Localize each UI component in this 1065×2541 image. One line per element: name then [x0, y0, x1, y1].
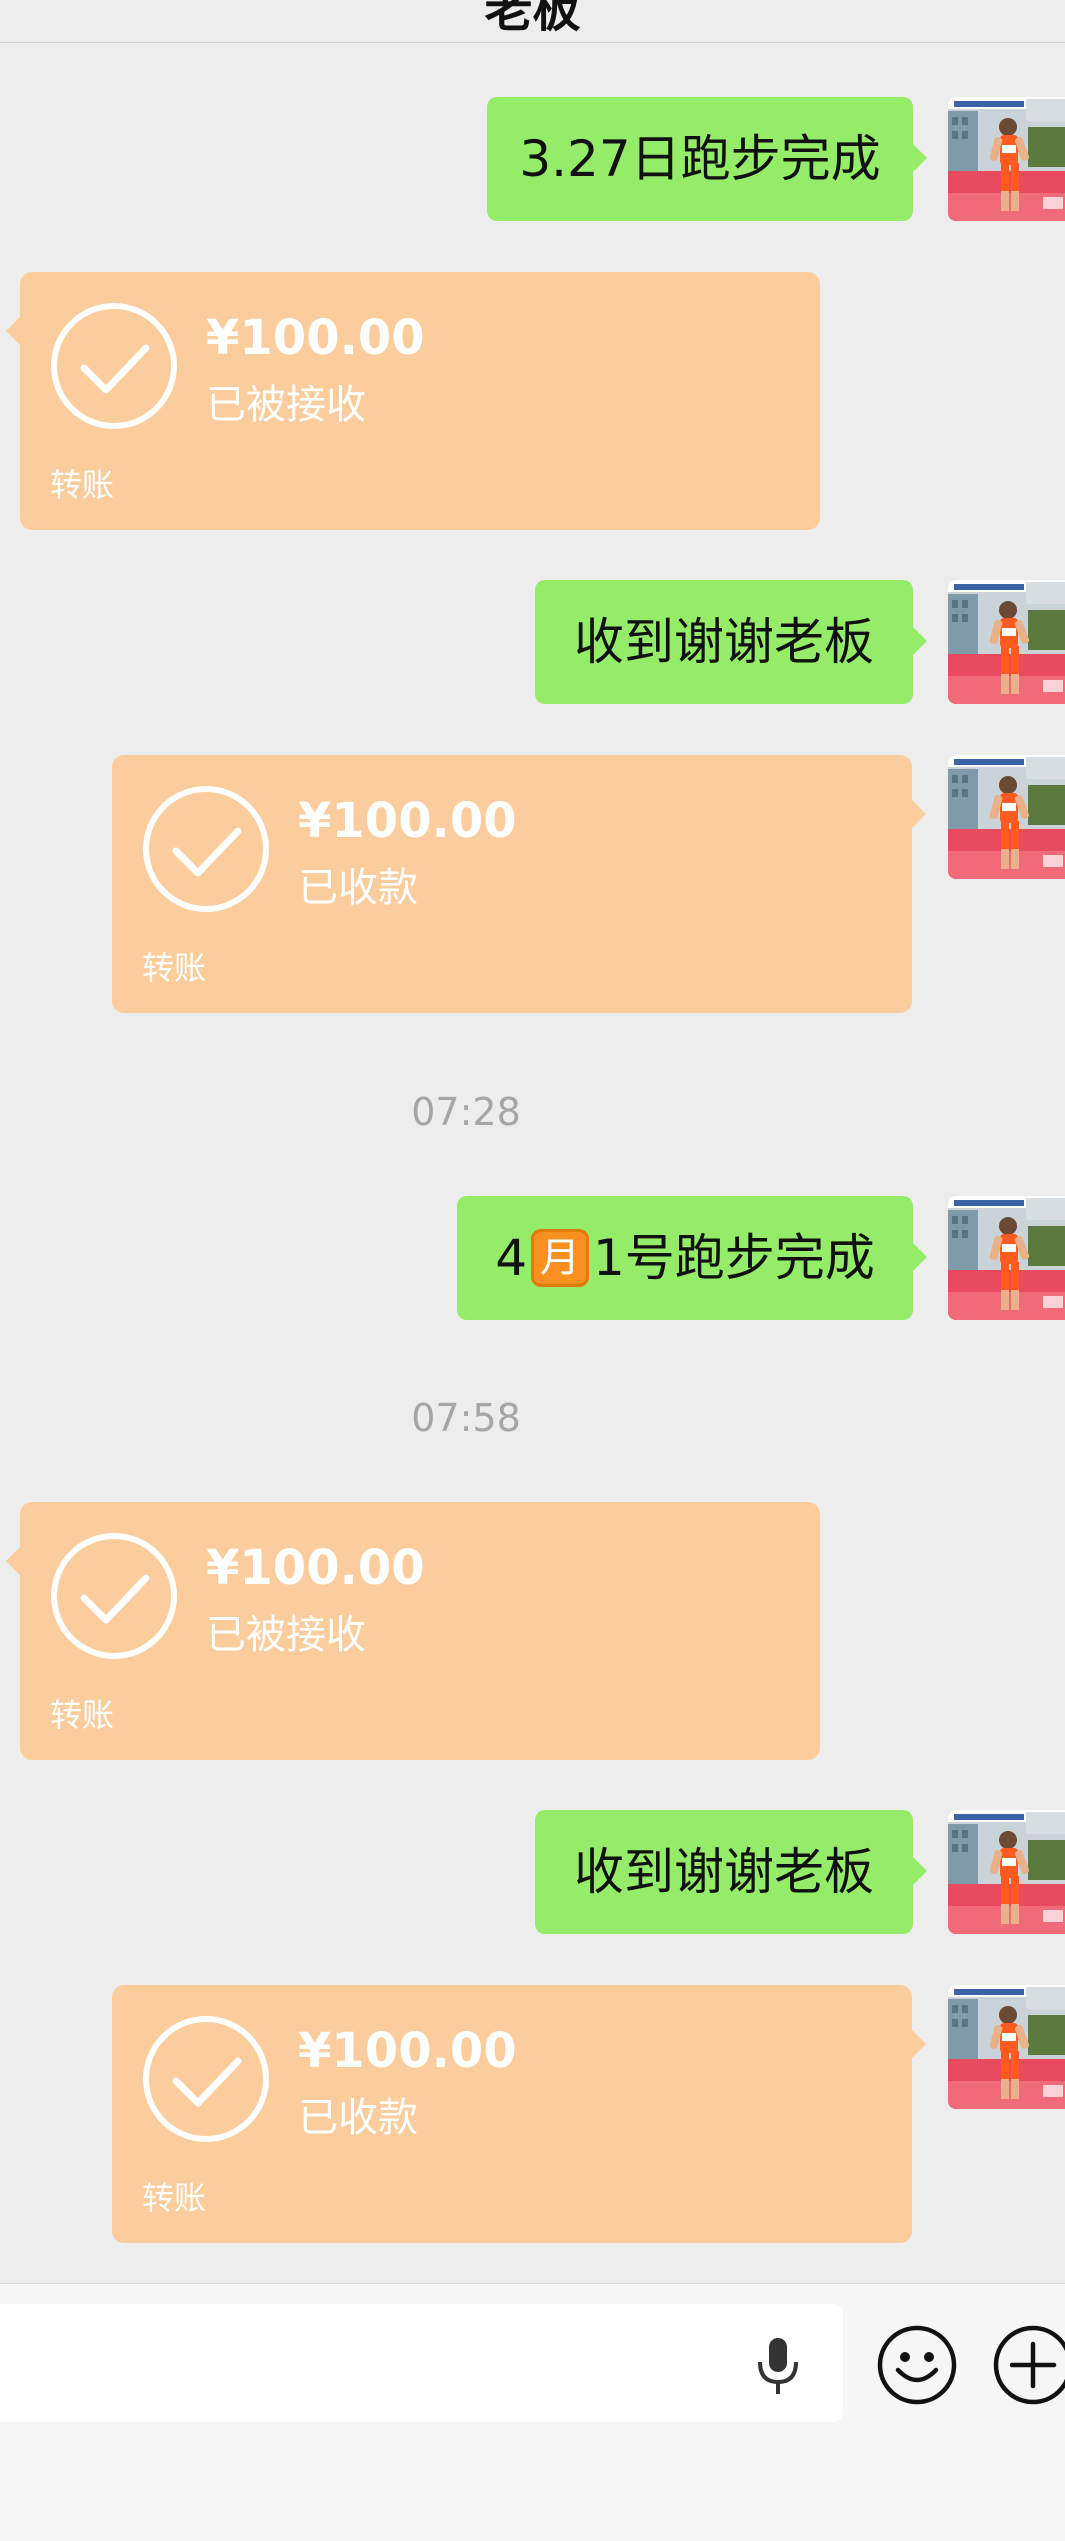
transfer-amount: ¥100.00 — [298, 793, 517, 849]
transfer-card[interactable]: ¥100.00 已被接收 转账 — [6, 1502, 820, 1760]
message-text: 收到谢谢老板 — [574, 613, 874, 671]
runner-photo-avatar-icon[interactable] — [948, 580, 1065, 704]
transfer-label: 转账 — [50, 466, 115, 504]
transfer-amount: ¥100.00 — [206, 310, 425, 366]
microphone-icon[interactable] — [750, 2334, 806, 2398]
checkmark-circle-icon — [50, 302, 178, 430]
runner-photo-avatar-icon[interactable] — [948, 1196, 1065, 1320]
sent-message-bubble[interactable]: 收到谢谢老板 — [535, 580, 927, 704]
transfer-card[interactable]: ¥100.00 已被接收 转账 — [6, 272, 820, 530]
message-text: 收到谢谢老板 — [574, 1843, 874, 1901]
sent-message-bubble[interactable]: 3.27日跑步完成 — [487, 97, 927, 221]
sent-message-bubble[interactable]: 4 月 1号跑步完成 — [457, 1196, 927, 1320]
plus-circle-icon[interactable] — [992, 2324, 1065, 2406]
checkmark-circle-icon — [142, 2015, 270, 2143]
transfer-status: 已收款 — [298, 865, 418, 911]
transfer-status: 已收款 — [298, 2095, 418, 2141]
transfer-amount: ¥100.00 — [298, 2023, 517, 2079]
message-text-after: 1号跑步完成 — [593, 1229, 875, 1287]
transfer-status: 已被接收 — [206, 382, 366, 428]
checkmark-circle-icon — [142, 785, 270, 913]
runner-photo-avatar-icon[interactable] — [948, 97, 1065, 221]
message-input[interactable] — [0, 2304, 843, 2422]
transfer-label: 转账 — [142, 949, 207, 987]
message-text: 3.27日跑步完成 — [519, 130, 881, 188]
message-text-before: 4 — [495, 1229, 527, 1287]
runner-photo-avatar-icon[interactable] — [948, 1985, 1065, 2109]
checkmark-circle-icon — [50, 1532, 178, 1660]
transfer-status: 已被接收 — [206, 1612, 366, 1658]
timestamp: 07:28 — [411, 1090, 521, 1134]
runner-photo-avatar-icon[interactable] — [948, 1810, 1065, 1934]
chat-title: 老板 — [484, 0, 581, 38]
transfer-card[interactable]: ¥100.00 已收款 转账 — [112, 755, 926, 1013]
sent-message-bubble[interactable]: 收到谢谢老板 — [535, 1810, 927, 1934]
smiley-icon[interactable] — [876, 2324, 958, 2406]
input-bar — [0, 2283, 1065, 2541]
transfer-label: 转账 — [50, 1696, 115, 1734]
chat-header: 老板 — [0, 0, 1065, 43]
timestamp: 07:58 — [411, 1396, 521, 1440]
runner-photo-avatar-icon[interactable] — [948, 755, 1065, 879]
month-emoji-icon: 月 — [531, 1228, 589, 1287]
transfer-card[interactable]: ¥100.00 已收款 转账 — [112, 1985, 926, 2243]
transfer-amount: ¥100.00 — [206, 1540, 425, 1596]
transfer-label: 转账 — [142, 2179, 207, 2217]
